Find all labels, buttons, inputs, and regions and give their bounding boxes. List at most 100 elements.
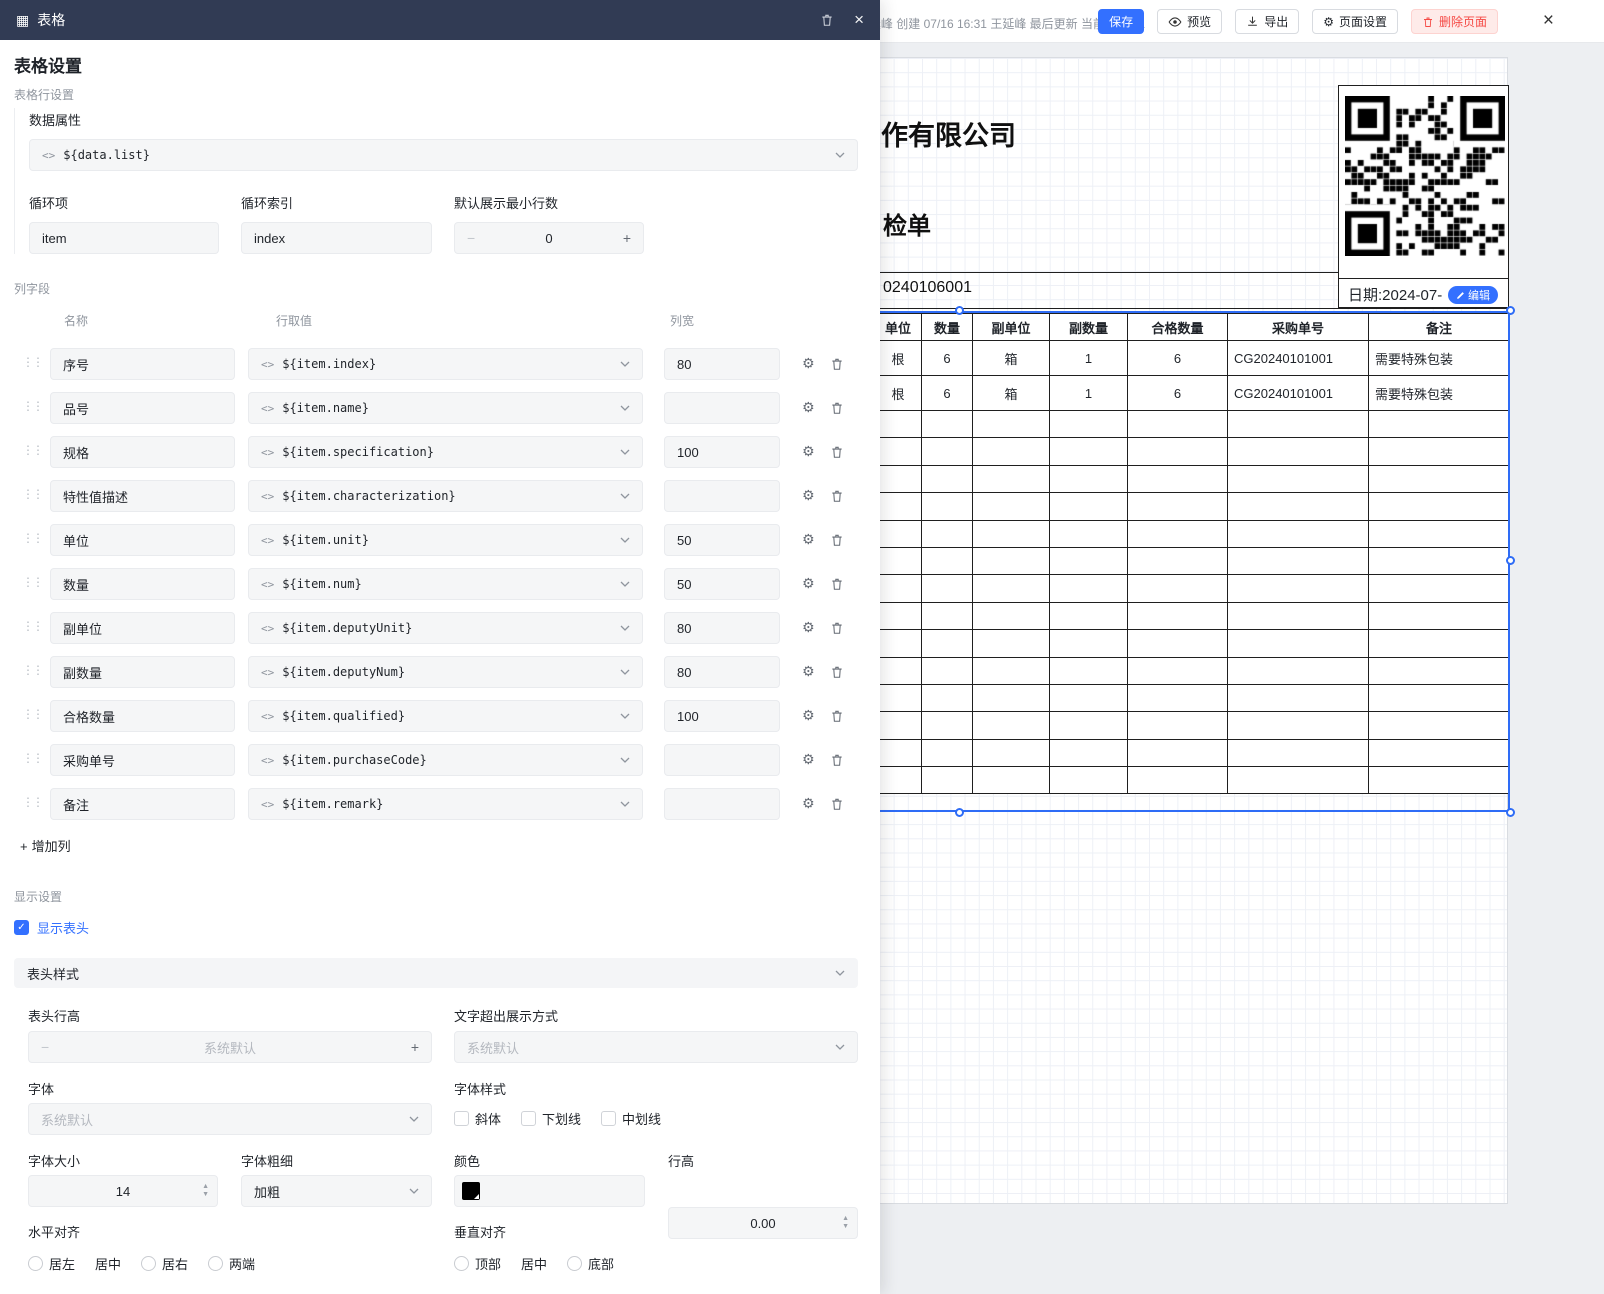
doc-table-header-cell[interactable]: 副单位 — [973, 314, 1050, 341]
column-value-select[interactable]: <>${item.deputyNum} — [248, 656, 643, 688]
radio-valign-bottom[interactable]: 底部 — [567, 1254, 614, 1273]
min-rows-stepper[interactable]: − 0 + — [454, 222, 644, 254]
doc-table-header-cell[interactable]: 采购单号 — [1228, 314, 1369, 341]
drag-handle-icon[interactable]: ⋮⋮ — [22, 399, 42, 413]
line-height-input[interactable]: 0.00 ▲▼ — [668, 1207, 858, 1239]
column-value-select[interactable]: <>${item.qualified} — [248, 700, 643, 732]
column-width-input[interactable]: 100 — [664, 700, 780, 732]
drag-handle-icon[interactable]: ⋮⋮ — [22, 355, 42, 369]
preview-button[interactable]: 预览 — [1157, 9, 1222, 34]
add-column-button[interactable]: +增加列 — [20, 836, 71, 855]
gear-icon[interactable]: ⚙ — [802, 707, 815, 724]
italic-checkbox[interactable]: 斜体 — [454, 1109, 501, 1128]
column-value-select[interactable]: <>${item.index} — [248, 348, 643, 380]
column-width-input[interactable]: 100 — [664, 436, 780, 468]
doc-table-cell[interactable]: 6 — [1128, 341, 1228, 376]
minus-icon[interactable]: − — [41, 1039, 49, 1055]
column-value-select[interactable]: <>${item.unit} — [248, 524, 643, 556]
radio-align-left[interactable]: 居左 — [28, 1254, 75, 1273]
selection-handle[interactable] — [955, 808, 964, 817]
doc-table-header-cell[interactable]: 合格数量 — [1128, 314, 1228, 341]
column-name-input[interactable]: 规格 — [50, 436, 235, 468]
gear-icon[interactable]: ⚙ — [802, 795, 815, 812]
radio-align-right[interactable]: 居右 — [141, 1254, 188, 1273]
column-value-select[interactable]: <>${item.remark} — [248, 788, 643, 820]
color-picker[interactable] — [454, 1175, 645, 1207]
gear-icon[interactable]: ⚙ — [802, 355, 815, 372]
column-width-input[interactable] — [664, 392, 780, 424]
plus-icon[interactable]: + — [623, 230, 631, 246]
doc-table-cell[interactable]: 6 — [922, 341, 973, 376]
doc-table-cell[interactable]: 6 — [922, 376, 973, 411]
column-name-input[interactable]: 单位 — [50, 524, 235, 556]
trash-icon[interactable] — [830, 577, 844, 591]
edit-button[interactable]: 编辑 — [1448, 286, 1498, 304]
plus-icon[interactable]: + — [411, 1039, 419, 1055]
gear-icon[interactable]: ⚙ — [802, 443, 815, 460]
doc-table-header-cell[interactable]: 副数量 — [1050, 314, 1128, 341]
spinner-down-icon[interactable]: ▼ — [202, 1191, 209, 1199]
doc-table-cell[interactable]: CG20240101001 — [1228, 376, 1369, 411]
trash-icon[interactable] — [830, 665, 844, 679]
close-icon[interactable]: × — [854, 10, 864, 30]
selection-handle[interactable] — [1506, 306, 1515, 315]
column-value-select[interactable]: <>${item.characterization} — [248, 480, 643, 512]
font-select[interactable]: 系统默认 — [28, 1103, 432, 1135]
column-width-input[interactable]: 50 — [664, 524, 780, 556]
drag-handle-icon[interactable]: ⋮⋮ — [22, 751, 42, 765]
close-icon[interactable]: × — [1543, 9, 1554, 33]
column-width-input[interactable]: 80 — [664, 612, 780, 644]
stepper-arrows[interactable]: ▲▼ — [202, 1183, 209, 1199]
doc-table-cell[interactable]: CG20240101001 — [1228, 341, 1369, 376]
trash-icon[interactable] — [830, 401, 844, 415]
doc-table-cell[interactable]: 根 — [875, 341, 922, 376]
gear-icon[interactable]: ⚙ — [802, 663, 815, 680]
drag-handle-icon[interactable]: ⋮⋮ — [22, 707, 42, 721]
doc-table-cell[interactable]: 根 — [875, 376, 922, 411]
column-width-input[interactable] — [664, 788, 780, 820]
drag-handle-icon[interactable]: ⋮⋮ — [22, 531, 42, 545]
column-name-input[interactable]: 合格数量 — [50, 700, 235, 732]
trash-icon[interactable] — [830, 797, 844, 811]
show-header-checkbox[interactable]: ✓ 显示表头 — [14, 918, 89, 937]
spinner-up-icon[interactable]: ▲ — [842, 1215, 849, 1223]
trash-icon[interactable] — [830, 533, 844, 547]
font-size-input[interactable]: 14 ▲▼ — [28, 1175, 218, 1207]
column-name-input[interactable]: 数量 — [50, 568, 235, 600]
radio-valign-top[interactable]: 顶部 — [454, 1254, 501, 1273]
delete-page-button[interactable]: 删除页面 — [1411, 9, 1498, 34]
gear-icon[interactable]: ⚙ — [802, 619, 815, 636]
column-value-select[interactable]: <>${item.purchaseCode} — [248, 744, 643, 776]
drag-handle-icon[interactable]: ⋮⋮ — [22, 795, 42, 809]
minus-icon[interactable]: − — [467, 230, 475, 246]
selection-handle[interactable] — [1506, 556, 1515, 565]
save-button[interactable]: 保存 — [1098, 9, 1144, 34]
header-style-collapse[interactable]: 表头样式 — [14, 958, 858, 988]
page-settings-button[interactable]: ⚙ 页面设置 — [1312, 9, 1398, 34]
strikethrough-checkbox[interactable]: 中划线 — [601, 1109, 661, 1128]
column-name-input[interactable]: 副数量 — [50, 656, 235, 688]
spinner-down-icon[interactable]: ▼ — [842, 1223, 849, 1231]
column-width-input[interactable] — [664, 744, 780, 776]
column-name-input[interactable]: 副单位 — [50, 612, 235, 644]
stepper-arrows[interactable]: ▲▼ — [842, 1215, 849, 1231]
trash-icon[interactable] — [830, 709, 844, 723]
column-width-input[interactable]: 80 — [664, 348, 780, 380]
drag-handle-icon[interactable]: ⋮⋮ — [22, 663, 42, 677]
doc-table-cell[interactable]: 1 — [1050, 376, 1128, 411]
font-weight-select[interactable]: 加粗 — [241, 1175, 432, 1207]
column-value-select[interactable]: <>${item.name} — [248, 392, 643, 424]
column-value-select[interactable]: <>${item.deputyUnit} — [248, 612, 643, 644]
export-button[interactable]: 导出 — [1235, 9, 1299, 34]
underline-checkbox[interactable]: 下划线 — [521, 1109, 581, 1128]
drag-handle-icon[interactable]: ⋮⋮ — [22, 443, 42, 457]
loop-index-input[interactable]: index — [241, 222, 432, 254]
gear-icon[interactable]: ⚙ — [802, 531, 815, 548]
trash-icon[interactable] — [820, 13, 834, 27]
doc-table-header-cell[interactable]: 单位 — [875, 314, 922, 341]
spinner-up-icon[interactable]: ▲ — [202, 1183, 209, 1191]
drag-handle-icon[interactable]: ⋮⋮ — [22, 487, 42, 501]
data-prop-select[interactable]: <> ${data.list} — [29, 139, 858, 171]
radio-align-center[interactable]: 居中 — [95, 1254, 121, 1273]
selection-handle[interactable] — [1506, 808, 1515, 817]
